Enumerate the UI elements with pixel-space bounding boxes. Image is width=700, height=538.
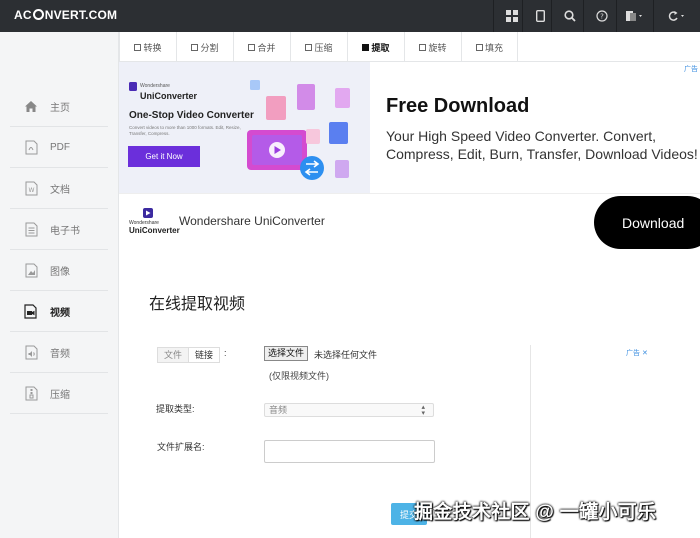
- extract-type-value: 音频: [269, 405, 288, 415]
- source-toggle[interactable]: 文件 链接: [157, 347, 221, 363]
- sidebar-item-video[interactable]: 视频: [10, 291, 108, 332]
- sidebar: 主页 PDF W 文档 电子书 图像 视频 音频 压缩: [0, 32, 119, 538]
- tab-convert[interactable]: 转换: [119, 32, 176, 62]
- choose-file-button[interactable]: 选择文件: [264, 346, 309, 361]
- source-colon: :: [224, 348, 227, 358]
- word-file-icon: W: [22, 179, 40, 197]
- tab-extract[interactable]: 提取: [347, 32, 404, 62]
- ad-label[interactable]: 广告: [684, 64, 698, 74]
- sidebar-item-label: 电子书: [50, 225, 80, 237]
- tab-label: 压缩: [314, 42, 333, 53]
- uniconverter-logo-icon: [143, 208, 153, 218]
- sidebar-item-image[interactable]: 图像: [10, 250, 108, 291]
- checkbox-icon: [191, 43, 199, 51]
- ad-company-brand: UniConverter: [129, 226, 180, 235]
- sidebar-item-audio[interactable]: 音频: [10, 332, 108, 373]
- source-link-option[interactable]: 链接: [189, 348, 220, 362]
- language-icon[interactable]: [616, 0, 653, 32]
- ad-company-name: Wondershare UniConverter: [179, 214, 325, 228]
- sidebar-item-label: 主页: [50, 102, 70, 114]
- source-file-option[interactable]: 文件: [158, 348, 190, 362]
- sidebar-item-label: PDF: [50, 141, 70, 153]
- logo-text-right: NVERT.COM: [44, 8, 118, 22]
- checkbox-icon: [248, 43, 256, 51]
- ad-brand-small: Wondershare: [140, 83, 170, 89]
- page-title: 在线提取视频: [149, 296, 246, 313]
- ad-headline: One-Stop Video Converter: [129, 110, 254, 121]
- video-icon: [22, 302, 40, 320]
- checkbox-icon: [362, 43, 370, 51]
- sidebar-item-label: 视频: [50, 307, 70, 319]
- checkbox-icon: [419, 43, 427, 51]
- select-arrows-icon: ▴ ▾: [421, 404, 425, 417]
- archive-icon: [22, 384, 40, 402]
- pdf-file-icon: [22, 138, 40, 156]
- checkbox-icon: [475, 43, 483, 51]
- svg-text:W: W: [28, 187, 34, 194]
- tab-label: 合并: [257, 42, 276, 53]
- sidebar-item-label: 文档: [50, 184, 70, 196]
- tab-label: 旋转: [428, 42, 447, 53]
- ad-banner[interactable]: Wondershare UniConverter One-Stop Video …: [119, 62, 700, 193]
- tool-tabs: 转换 分割 合并 压缩 提取 旋转 填充: [119, 32, 700, 62]
- watermark-text: 掘金技术社区 @ 一罐小可乐: [414, 502, 657, 523]
- search-icon[interactable]: [551, 0, 587, 32]
- checkbox-icon: [305, 43, 313, 51]
- svg-text:?: ?: [600, 13, 604, 21]
- sidebar-item-label: 图像: [50, 266, 70, 278]
- extract-type-select[interactable]: 音频 ▴ ▾: [264, 403, 434, 417]
- ad-title[interactable]: Free Download: [386, 95, 529, 118]
- tab-fill[interactable]: 填充: [461, 32, 518, 62]
- file-extension-input[interactable]: [264, 440, 435, 463]
- file-hint: (仅限视频文件): [269, 371, 329, 381]
- ad-image-panel[interactable]: Wondershare UniConverter One-Stop Video …: [119, 62, 370, 193]
- no-file-text: 未选择任何文件: [314, 350, 378, 360]
- tab-compress[interactable]: 压缩: [290, 32, 347, 62]
- sidebar-item-pdf[interactable]: PDF: [10, 127, 108, 168]
- sidebar-item-document[interactable]: W 文档: [10, 168, 108, 209]
- image-icon: [22, 261, 40, 279]
- sidebar-item-ebook[interactable]: 电子书: [10, 209, 108, 250]
- top-navbar: AC NVERT.COM ?: [0, 0, 700, 32]
- audio-icon: [22, 343, 40, 361]
- ebook-icon: [22, 220, 40, 238]
- ad-description: Convert videos to more than 1000 formats…: [129, 125, 241, 136]
- ad-footer-row[interactable]: Wondershare UniConverter Wondershare Uni…: [119, 193, 700, 249]
- tab-label: 填充: [484, 42, 503, 53]
- sidebar-item-label: 音频: [50, 348, 70, 360]
- tab-rotate[interactable]: 旋转: [404, 32, 461, 62]
- tab-merge[interactable]: 合并: [233, 32, 290, 62]
- download-button[interactable]: Download: [594, 196, 700, 249]
- extract-type-label: 提取类型:: [156, 404, 195, 414]
- tab-label: 转换: [143, 42, 162, 53]
- tab-label: 提取: [371, 42, 390, 53]
- sidebar-item-archive[interactable]: 压缩: [10, 373, 108, 414]
- home-icon: [22, 97, 40, 115]
- main-content: 在线提取视频 文件 链接 : 选择文件 未选择任何文件 (仅限视频文件) 提取类…: [119, 249, 700, 538]
- tab-label: 分割: [200, 42, 219, 53]
- sidebar-item-home[interactable]: 主页: [10, 86, 108, 127]
- help-icon[interactable]: ?: [583, 0, 619, 32]
- refresh-icon[interactable]: [653, 0, 700, 32]
- side-ad-close-button[interactable]: 广告 ✕: [626, 348, 648, 358]
- checkbox-icon: [134, 43, 142, 51]
- ad-brand: UniConverter: [140, 91, 198, 101]
- logo-gear-icon: [32, 9, 44, 20]
- logo-text-left: AC: [14, 8, 32, 22]
- ad-subtitle[interactable]: Your High Speed Video Converter. Convert…: [386, 127, 698, 163]
- file-extension-label: 文件扩展名:: [157, 442, 205, 452]
- get-it-now-button[interactable]: Get it Now: [128, 146, 200, 167]
- tab-split[interactable]: 分割: [176, 32, 233, 62]
- sidebar-item-label: 压缩: [50, 389, 70, 401]
- site-logo[interactable]: AC NVERT.COM: [14, 8, 117, 22]
